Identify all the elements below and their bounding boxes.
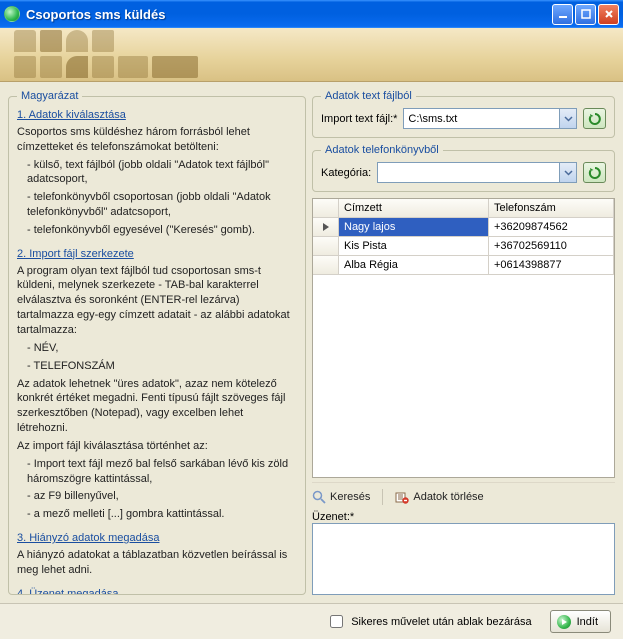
play-icon <box>557 615 571 629</box>
help-link-1[interactable]: 1. Adatok kiválasztása <box>17 108 126 123</box>
minimize-button[interactable] <box>552 4 573 25</box>
col-header-phone[interactable]: Telefonszám <box>489 199 614 218</box>
delete-data-button[interactable]: Adatok törlése <box>395 489 483 505</box>
table-row[interactable]: Alba Régia+0614398877 <box>313 256 614 275</box>
help-text: - telefonkönyvből egyesével ("Keresés" g… <box>17 223 297 238</box>
cell-recipient[interactable]: Nagy lajos <box>339 218 489 237</box>
table-row[interactable]: Kis Pista+36702569110 <box>313 237 614 256</box>
delete-label: Adatok törlése <box>413 491 483 503</box>
col-header-recipient[interactable]: Címzett <box>339 199 489 218</box>
help-text: - a mező melleti [...] gombra kattintáss… <box>17 507 297 522</box>
close-after-success-input[interactable] <box>330 615 343 628</box>
cell-recipient[interactable]: Kis Pista <box>339 237 489 256</box>
help-text: - telefonkönyvből csoportosan (jobb olda… <box>17 190 297 220</box>
window-title: Csoportos sms küldés <box>26 7 550 22</box>
titlebar: Csoportos sms küldés <box>0 0 623 28</box>
table-row[interactable]: Nagy lajos+36209874562 <box>313 218 614 237</box>
cell-phone[interactable]: +36702569110 <box>489 237 614 256</box>
phonebook-legend: Adatok telefonkönyvből <box>321 144 443 156</box>
help-link-3[interactable]: 3. Hiányzó adatok megadása <box>17 531 159 546</box>
row-indicator <box>313 218 339 237</box>
chevron-down-icon[interactable] <box>559 163 576 182</box>
import-refresh-button[interactable] <box>583 108 606 129</box>
start-label: Indít <box>577 616 598 628</box>
chevron-down-icon[interactable] <box>559 109 576 128</box>
import-file-legend: Adatok text fájlból <box>321 90 416 102</box>
import-file-label: Import text fájl:* <box>321 113 397 125</box>
close-button[interactable] <box>598 4 619 25</box>
start-button[interactable]: Indít <box>550 610 611 633</box>
footer: Sikeres művelet után ablak bezárása Indí… <box>0 603 623 639</box>
refresh-icon <box>588 112 602 126</box>
help-text: A hiányzó adatokat a táblazatban közvetl… <box>17 548 297 578</box>
help-text: - az F9 billenyűvel, <box>17 489 297 504</box>
search-label: Keresés <box>330 491 370 503</box>
help-text: - külső, text fájlból (jobb oldali "Adat… <box>17 158 297 188</box>
help-legend: Magyarázat <box>17 90 82 102</box>
help-text: Az import fájl kiválasztása történhet az… <box>17 439 297 454</box>
delete-icon <box>395 490 409 504</box>
help-text: - TELEFONSZÁM <box>17 359 297 374</box>
grid-toolbar: Keresés Adatok törlése <box>312 482 615 507</box>
maximize-button[interactable] <box>575 4 596 25</box>
grid-header: Címzett Telefonszám <box>313 199 614 218</box>
help-link-4[interactable]: 4. Üzenet megadása <box>17 587 119 595</box>
import-file-value: C:\sms.txt <box>408 113 457 125</box>
import-file-combo[interactable]: C:\sms.txt <box>403 108 577 129</box>
search-button[interactable]: Keresés <box>312 489 370 505</box>
category-refresh-button[interactable] <box>583 162 606 183</box>
message-textarea[interactable] <box>312 523 615 595</box>
close-after-success-checkbox[interactable]: Sikeres művelet után ablak bezárása <box>326 612 531 631</box>
help-text: Az adatok lehetnek "üres adatok", azaz n… <box>17 377 297 436</box>
category-label: Kategória: <box>321 167 371 179</box>
cell-phone[interactable]: +0614398877 <box>489 256 614 275</box>
phonebook-group: Adatok telefonkönyvből Kategória: <box>312 144 615 192</box>
help-text: A program olyan text fájlból tud csoport… <box>17 264 297 338</box>
search-icon <box>312 490 326 504</box>
import-file-group: Adatok text fájlból Import text fájl:* C… <box>312 90 615 138</box>
close-after-success-label: Sikeres művelet után ablak bezárása <box>351 616 531 628</box>
row-indicator <box>313 237 339 256</box>
help-link-2[interactable]: 2. Import fájl szerkezete <box>17 247 134 262</box>
cell-recipient[interactable]: Alba Régia <box>339 256 489 275</box>
recipients-grid[interactable]: Címzett Telefonszám Nagy lajos+362098745… <box>312 198 615 478</box>
help-text: - NÉV, <box>17 341 297 356</box>
row-indicator <box>313 256 339 275</box>
cell-phone[interactable]: +36209874562 <box>489 218 614 237</box>
help-text: - Import text fájl mező bal felső sarkáb… <box>17 457 297 487</box>
message-label: Üzenet:* <box>312 511 615 523</box>
decorative-header <box>0 28 623 82</box>
refresh-icon <box>588 166 602 180</box>
category-combo[interactable] <box>377 162 577 183</box>
app-icon <box>4 6 20 22</box>
help-panel: Magyarázat 1. Adatok kiválasztása Csopor… <box>8 90 306 595</box>
help-text: Csoportos sms küldéshez három forrásból … <box>17 125 297 155</box>
